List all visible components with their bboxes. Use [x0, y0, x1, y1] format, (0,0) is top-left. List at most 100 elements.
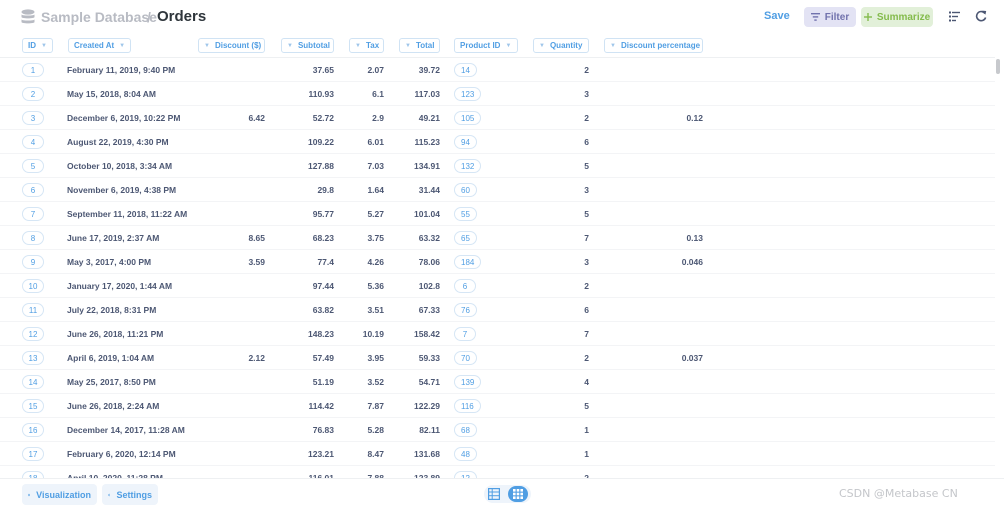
product-id-link[interactable]: 68	[454, 423, 477, 437]
column-header-label: Created At	[74, 41, 115, 50]
tax-cell: 7.03	[367, 161, 384, 171]
database-icon	[21, 9, 35, 24]
visualization-button[interactable]: Visualization	[22, 484, 97, 505]
table-view-icon[interactable]	[488, 488, 500, 500]
subtotal-cell: 68.23	[312, 233, 334, 243]
order-id-link[interactable]: 13	[22, 351, 44, 365]
summarize-button[interactable]: Summarize	[861, 7, 933, 27]
tax-cell: 3.95	[367, 353, 384, 363]
product-id-link[interactable]: 94	[454, 135, 477, 149]
product-id-link[interactable]: 14	[454, 63, 477, 77]
product-id-link[interactable]: 55	[454, 207, 477, 221]
results-view-button[interactable]	[508, 486, 528, 502]
chevron-down-icon: ▼	[505, 42, 512, 49]
subtotal-cell: 51.19	[312, 377, 334, 387]
column-header-tax[interactable]: ▼ Tax	[349, 38, 384, 53]
discount-cell: 8.65	[248, 233, 265, 243]
table-row: 3 December 6, 2019, 10:22 PM 6.42 52.72 2.9 4…	[0, 106, 995, 130]
discount-cell: 6.42	[248, 113, 265, 123]
column-header-product-id[interactable]: Product ID ▼	[454, 38, 518, 53]
product-id-link[interactable]: 65	[454, 231, 477, 245]
product-id-link[interactable]: 105	[454, 111, 482, 125]
quantity-cell: 1	[584, 449, 589, 459]
product-id-link[interactable]: 132	[454, 159, 482, 173]
order-id-link[interactable]: 14	[22, 375, 44, 389]
save-button[interactable]: Save	[764, 10, 790, 22]
tax-cell: 6.1	[372, 89, 384, 99]
product-id-link[interactable]: 184	[454, 255, 482, 269]
order-id-link[interactable]: 12	[22, 327, 44, 341]
column-header-created-at[interactable]: Created At ▼	[68, 38, 131, 53]
total-cell: 63.32	[418, 233, 440, 243]
product-id-link[interactable]: 6	[454, 279, 476, 293]
order-id-link[interactable]: 1	[22, 63, 44, 77]
column-header-discount-percentage[interactable]: ▼ Discount percentage	[604, 38, 703, 53]
order-id-link[interactable]: 5	[22, 159, 44, 173]
product-id-link[interactable]: 60	[454, 183, 477, 197]
created-at-cell: May 15, 2018, 8:04 AM	[67, 89, 156, 99]
order-id-link[interactable]: 6	[22, 183, 44, 197]
product-id-link[interactable]: 48	[454, 447, 477, 461]
product-id-link[interactable]: 116	[454, 399, 481, 413]
order-id-link[interactable]: 11	[22, 303, 44, 317]
discount-percentage-cell	[640, 466, 703, 478]
column-header-label: Total	[415, 41, 435, 50]
order-id-link[interactable]: 9	[22, 255, 44, 269]
product-id-link[interactable]: 7	[454, 327, 476, 341]
settings-button[interactable]: Settings	[102, 484, 158, 505]
order-id-link[interactable]: 16	[22, 423, 44, 437]
column-header-quantity[interactable]: ▼ Quantity	[533, 38, 589, 53]
order-id-link[interactable]: 2	[22, 87, 44, 101]
order-id-link[interactable]: 18	[22, 471, 44, 478]
column-header-label: Quantity	[549, 41, 583, 50]
chevron-down-icon: ▼	[287, 42, 293, 49]
created-at-cell: January 17, 2020, 1:44 AM	[67, 281, 173, 291]
column-header-discount[interactable]: ▼ Discount ($)	[198, 38, 265, 53]
order-id-link[interactable]: 3	[22, 111, 44, 125]
discount-percentage-cell	[640, 418, 703, 442]
order-id-link[interactable]: 4	[22, 135, 44, 149]
discount-cell	[210, 274, 265, 298]
column-header-id[interactable]: ID ▼	[22, 38, 53, 53]
table-row: 8 June 17, 2019, 2:37 AM 8.65 68.23 3.75 63.3…	[0, 226, 995, 250]
created-at-cell: February 6, 2020, 12:14 PM	[67, 449, 176, 459]
refresh-icon[interactable]	[975, 10, 987, 22]
chevron-down-icon: ▼	[405, 42, 411, 49]
total-cell: 101.04	[414, 209, 440, 219]
order-id-link[interactable]: 17	[22, 447, 44, 461]
chevron-down-icon: ▼	[41, 42, 47, 49]
filter-button[interactable]: Filter	[804, 7, 856, 27]
product-id-link[interactable]: 70	[454, 351, 477, 365]
subtotal-cell: 29.8	[317, 185, 334, 195]
column-header-subtotal[interactable]: ▼ Subtotal	[281, 38, 334, 53]
product-id-link[interactable]: 76	[454, 303, 477, 317]
table-row: 16 December 14, 2017, 11:28 AM 76.83 5.28 82…	[0, 418, 995, 442]
plus-icon	[863, 13, 872, 21]
order-id-link[interactable]: 7	[22, 207, 44, 221]
tax-cell: 3.75	[367, 233, 384, 243]
discount-cell	[210, 394, 265, 418]
column-header-total[interactable]: ▼ Total	[399, 38, 440, 53]
product-id-link[interactable]: 12	[454, 471, 477, 478]
quantity-cell: 2	[584, 353, 589, 363]
quantity-cell: 2	[584, 113, 589, 123]
order-id-link[interactable]: 15	[22, 399, 44, 413]
product-id-link[interactable]: 139	[454, 375, 482, 389]
vertical-scrollbar[interactable]	[995, 58, 1001, 478]
discount-cell	[210, 322, 265, 346]
total-cell: 67.33	[418, 305, 440, 315]
discount-cell	[210, 130, 265, 154]
scrollbar-thumb[interactable]	[996, 59, 1000, 74]
order-id-link[interactable]: 10	[22, 279, 44, 293]
discount-cell	[210, 370, 265, 394]
product-id-link[interactable]: 123	[454, 87, 482, 101]
breadcrumb-database[interactable]: Sample Database	[41, 9, 157, 25]
tax-cell: 2.07	[367, 65, 384, 75]
order-id-link[interactable]: 8	[22, 231, 44, 245]
discount-percentage-cell: 0.037	[681, 353, 703, 363]
tax-cell: 5.28	[367, 425, 384, 435]
notebook-editor-icon[interactable]	[949, 11, 960, 22]
total-cell: 158.42	[414, 329, 440, 339]
discount-percentage-cell	[640, 154, 703, 178]
discount-percentage-cell	[640, 370, 703, 394]
